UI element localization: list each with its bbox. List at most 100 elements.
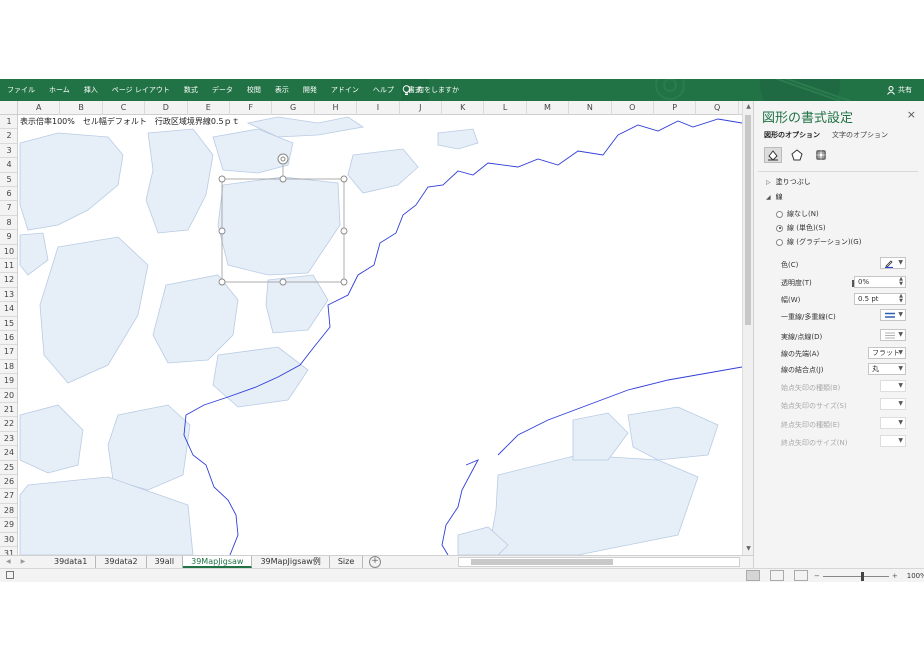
- join-type-select[interactable]: 丸 ▼: [868, 363, 906, 375]
- spinner-icon[interactable]: ▲ ▼: [899, 277, 903, 287]
- column-header[interactable]: A: [18, 101, 61, 115]
- row-header[interactable]: 18: [0, 360, 17, 375]
- cap-type-select[interactable]: フラット ▼: [868, 347, 906, 359]
- end-arrow-size-select[interactable]: ▼: [880, 435, 906, 447]
- row-header[interactable]: 12: [0, 273, 17, 288]
- zoom-slider[interactable]: [822, 571, 889, 581]
- row-header[interactable]: 22: [0, 417, 17, 432]
- normal-view-icon[interactable]: [746, 570, 760, 581]
- next-sheet-icon[interactable]: ▶: [21, 556, 26, 568]
- tab-review[interactable]: 校閲: [240, 79, 268, 101]
- tab-shape-options[interactable]: 図形のオプション: [764, 130, 820, 140]
- tab-help[interactable]: ヘルプ: [366, 79, 401, 101]
- column-header[interactable]: H: [315, 101, 358, 115]
- row-header[interactable]: 13: [0, 288, 17, 303]
- horizontal-scrollbar[interactable]: [458, 557, 740, 567]
- scroll-down-arrow-icon[interactable]: ▼: [744, 545, 753, 553]
- column-header[interactable]: F: [230, 101, 273, 115]
- fill-line-icon[interactable]: [764, 147, 782, 163]
- sheet-tab[interactable]: 39data2: [96, 556, 147, 568]
- column-header[interactable]: P: [654, 101, 697, 115]
- row-header[interactable]: 10: [0, 245, 17, 259]
- tell-me-box[interactable]: 何をしますか: [402, 79, 459, 101]
- column-header[interactable]: O: [612, 101, 654, 115]
- radio-button[interactable]: [776, 210, 783, 218]
- row-header[interactable]: 2: [0, 129, 17, 144]
- selected-shape-handles[interactable]: [18, 115, 742, 555]
- effects-icon[interactable]: [788, 147, 806, 163]
- zoom-slider-knob[interactable]: [860, 571, 864, 581]
- row-header[interactable]: 23: [0, 432, 17, 447]
- column-header[interactable]: N: [569, 101, 612, 115]
- column-header[interactable]: C: [103, 101, 146, 115]
- tab-insert[interactable]: 挿入: [77, 79, 105, 101]
- tab-developer[interactable]: 開発: [296, 79, 324, 101]
- begin-arrow-type-select[interactable]: ▼: [880, 380, 906, 392]
- transparency-input[interactable]: 0% ▲ ▼: [854, 276, 906, 288]
- row-header[interactable]: 20: [0, 389, 17, 403]
- compound-type-select[interactable]: ▼: [880, 309, 906, 321]
- row-header[interactable]: 8: [0, 216, 17, 231]
- row-header[interactable]: 27: [0, 489, 17, 504]
- row-header[interactable]: 11: [0, 259, 17, 274]
- row-header[interactable]: 19: [0, 374, 17, 389]
- row-header[interactable]: 17: [0, 345, 17, 360]
- column-header[interactable]: Q: [696, 101, 739, 115]
- page-layout-view-icon[interactable]: [770, 570, 784, 581]
- column-header[interactable]: I: [357, 101, 400, 115]
- tab-formulas[interactable]: 数式: [177, 79, 205, 101]
- zoom-out-button[interactable]: −: [814, 572, 820, 580]
- line-option-solid[interactable]: 線 (単色)(S): [776, 223, 826, 233]
- line-option-none[interactable]: 線なし(N): [776, 209, 819, 219]
- previous-sheet-icon[interactable]: ◀: [6, 556, 11, 568]
- zoom-level[interactable]: 100%: [907, 572, 924, 580]
- tab-page-layout[interactable]: ページ レイアウト: [105, 79, 177, 101]
- zoom-in-button[interactable]: +: [892, 572, 898, 580]
- tab-file[interactable]: ファイル: [0, 79, 42, 101]
- row-header[interactable]: 7: [0, 201, 17, 216]
- column-header[interactable]: D: [145, 101, 188, 115]
- tab-view[interactable]: 表示: [268, 79, 296, 101]
- dash-type-select[interactable]: ▼: [880, 329, 906, 341]
- row-header[interactable]: 5: [0, 173, 17, 187]
- radio-button[interactable]: [776, 238, 783, 246]
- row-header[interactable]: 16: [0, 331, 17, 346]
- column-header[interactable]: G: [272, 101, 315, 115]
- row-header[interactable]: 15: [0, 317, 17, 331]
- line-width-input[interactable]: 0.5 pt ▲ ▼: [854, 293, 906, 305]
- column-header[interactable]: L: [484, 101, 527, 115]
- row-header[interactable]: 24: [0, 446, 17, 461]
- sheet-tab[interactable]: Size: [330, 556, 364, 568]
- scroll-up-arrow-icon[interactable]: ▲: [744, 103, 753, 111]
- sheet-tab[interactable]: 39data1: [46, 556, 97, 568]
- row-header[interactable]: 3: [0, 144, 17, 159]
- row-header[interactable]: 4: [0, 158, 17, 173]
- row-header[interactable]: 31: [0, 547, 17, 555]
- sheet-tab[interactable]: 39MapJigsaw例: [252, 556, 330, 568]
- row-header[interactable]: 25: [0, 461, 17, 475]
- tab-home[interactable]: ホーム: [42, 79, 77, 101]
- sheet-tab[interactable]: 39all: [147, 556, 184, 568]
- share-button[interactable]: 共有: [887, 79, 912, 101]
- column-header[interactable]: E: [188, 101, 230, 115]
- spinner-icon[interactable]: ▲ ▼: [899, 294, 903, 304]
- vertical-scroll-thumb[interactable]: [745, 115, 751, 325]
- page-break-view-icon[interactable]: [794, 570, 808, 581]
- column-header[interactable]: K: [442, 101, 485, 115]
- radio-button-checked[interactable]: [776, 224, 783, 232]
- size-properties-icon[interactable]: [812, 147, 830, 163]
- row-header[interactable]: 28: [0, 504, 17, 519]
- end-arrow-type-select[interactable]: ▼: [880, 417, 906, 429]
- row-header[interactable]: 26: [0, 475, 17, 490]
- line-section-header[interactable]: ◢ 線: [766, 192, 783, 202]
- select-all-corner[interactable]: [0, 101, 18, 115]
- begin-arrow-size-select[interactable]: ▼: [880, 398, 906, 410]
- macro-record-icon[interactable]: [6, 571, 14, 579]
- row-header[interactable]: 21: [0, 403, 17, 418]
- tab-text-options[interactable]: 文字のオプション: [832, 130, 888, 140]
- row-header[interactable]: 29: [0, 518, 17, 533]
- close-icon[interactable]: ×: [907, 108, 916, 121]
- column-header[interactable]: B: [60, 101, 103, 115]
- row-header[interactable]: 14: [0, 302, 17, 317]
- line-color-picker[interactable]: ▼: [880, 257, 906, 269]
